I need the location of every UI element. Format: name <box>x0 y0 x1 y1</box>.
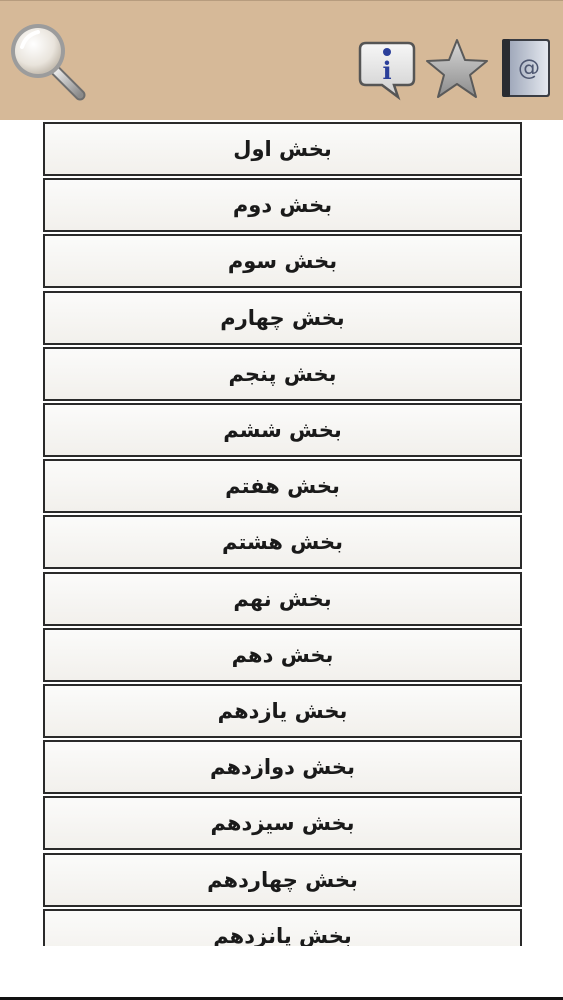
contacts-icon[interactable]: @ <box>498 35 554 101</box>
info-icon[interactable]: i <box>356 39 418 101</box>
list-item-label: بخش هفتم <box>225 474 340 499</box>
list-item-label: بخش ششم <box>223 418 342 442</box>
list-item-label: بخش دوازدهم <box>210 755 355 780</box>
list-item-label: بخش چهارم <box>220 305 345 330</box>
list-item-label: بخش دهم <box>231 642 334 667</box>
list-item-label: بخش هشتم <box>222 530 343 555</box>
list-item-label: بخش دوم <box>232 193 333 218</box>
list-item-label: بخش اول <box>233 137 332 161</box>
list-item-label: بخش سیزدهم <box>210 811 355 836</box>
list-item[interactable]: بخش دوم <box>43 178 522 233</box>
list-item[interactable]: بخش نهم <box>43 571 522 626</box>
list-item[interactable]: بخش سیزدهم <box>43 796 522 851</box>
list-item[interactable]: بخش ششم <box>43 403 522 457</box>
list-item[interactable]: بخش هفتم <box>43 459 522 514</box>
list-item-label: بخش چهاردهم <box>207 867 358 892</box>
list-item-label: بخش یازدهم <box>217 699 348 723</box>
list-item[interactable]: بخش چهاردهم <box>43 852 522 907</box>
list-item[interactable]: بخش سوم <box>43 234 522 289</box>
list-item-label: بخش پنجم <box>228 361 337 386</box>
svg-text:@: @ <box>518 56 540 81</box>
list-item-label: بخش سوم <box>227 249 338 274</box>
list-item[interactable]: بخش پانزدهم <box>43 908 522 946</box>
list-item-label: بخش نهم <box>233 586 332 611</box>
svg-text:i: i <box>382 56 391 85</box>
top-toolbar: i @ <box>0 0 563 120</box>
search-icon[interactable] <box>6 19 88 101</box>
list-item[interactable]: بخش دهم <box>43 627 522 682</box>
list-item[interactable]: بخش چهارم <box>43 290 522 345</box>
star-icon[interactable] <box>424 37 490 101</box>
list-item[interactable]: بخش پنجم <box>43 346 522 401</box>
list-item-label: بخش پانزدهم <box>213 923 352 946</box>
list-item[interactable]: بخش دوازدهم <box>43 740 522 795</box>
list-item[interactable]: بخش یازدهم <box>43 684 522 738</box>
list-item[interactable]: بخش اول <box>43 122 522 176</box>
list-item[interactable]: بخش هشتم <box>43 515 522 570</box>
section-list: بخش اول بخش دوم بخش سوم بخش چهارم بخش پنجم بخ… <box>43 120 522 946</box>
